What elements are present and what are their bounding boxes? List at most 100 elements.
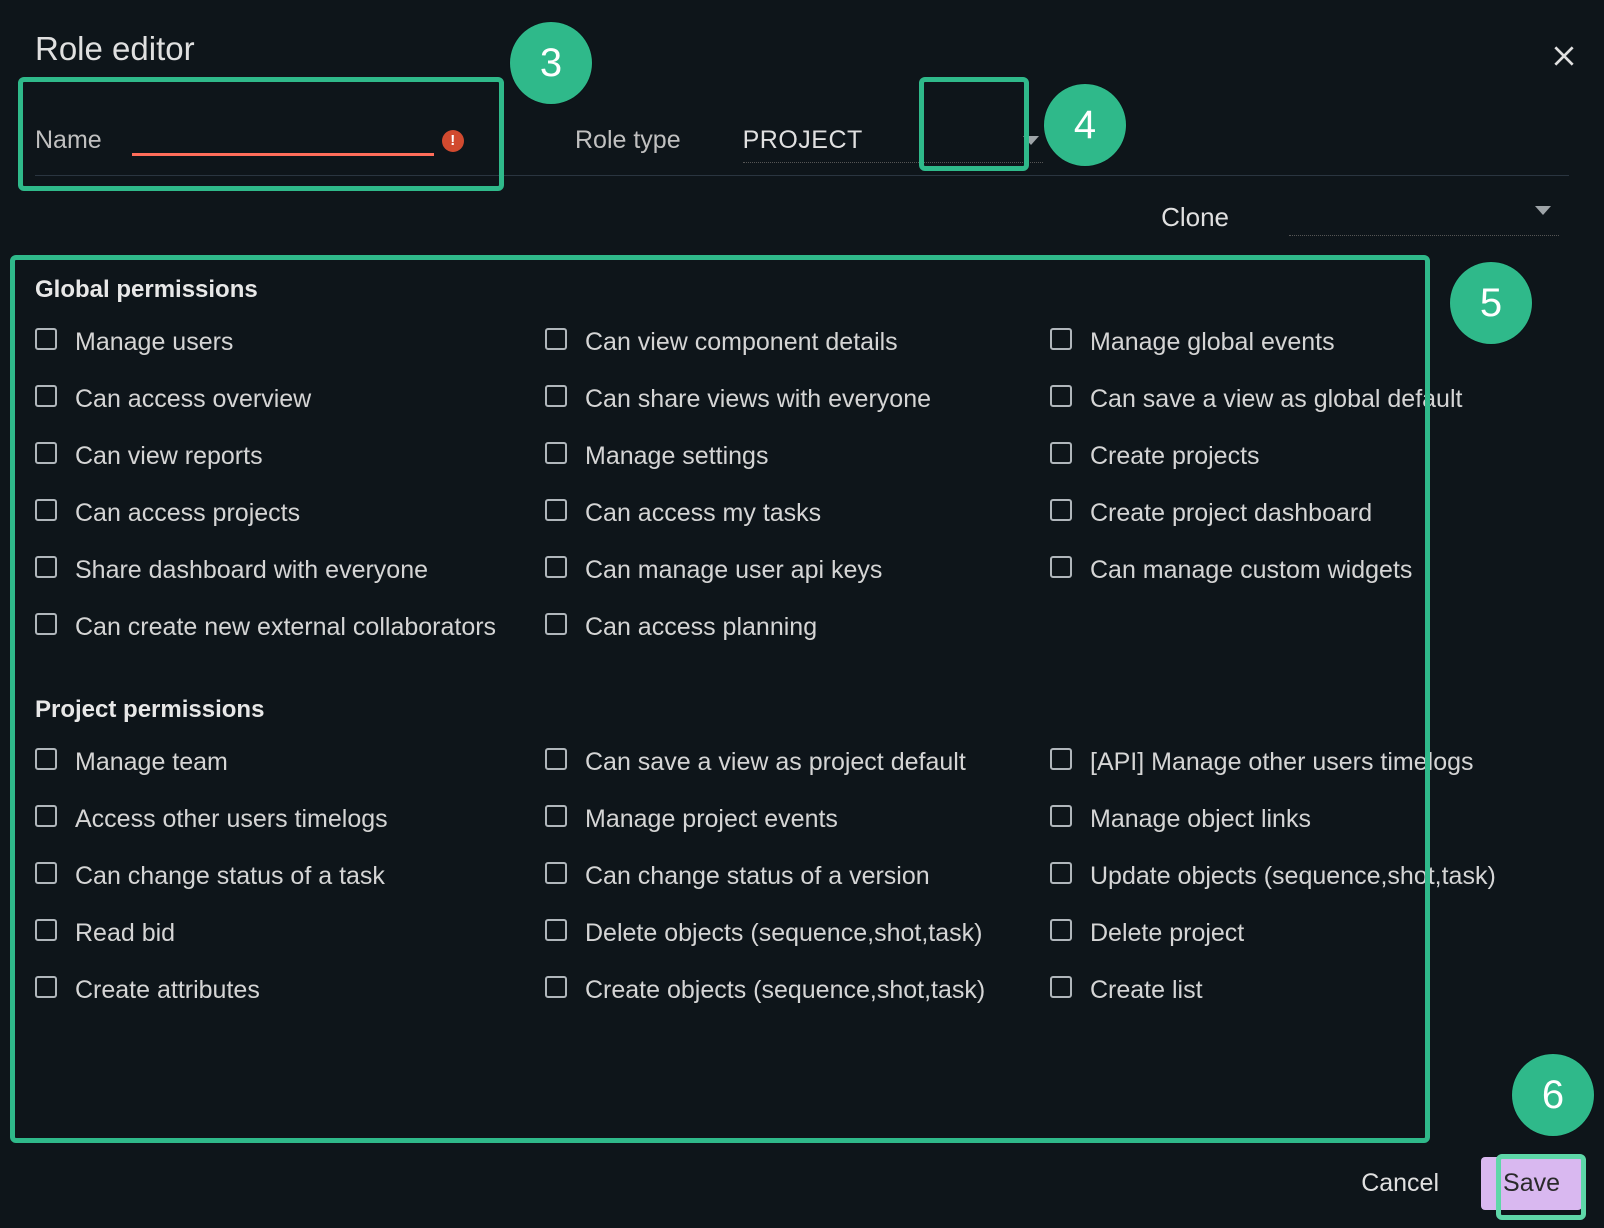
checkbox[interactable] [1050,748,1072,770]
checkbox[interactable] [545,556,567,578]
perm-label: Create projects [1090,442,1260,471]
checkbox[interactable] [545,919,567,941]
checkbox[interactable] [1050,442,1072,464]
global-perm-item[interactable]: Can save a view as global default [1050,385,1569,414]
global-perm-item[interactable]: Manage users [35,328,545,357]
role-type-label: Role type [575,126,681,155]
checkbox[interactable] [35,862,57,884]
chevron-down-icon [1023,136,1039,145]
global-perm-item[interactable]: Can view reports [35,442,545,471]
project-perm-item[interactable]: Read bid [35,919,545,948]
perm-label: [API] Manage other users timelogs [1090,748,1474,777]
perm-label: Can change status of a task [75,862,385,891]
checkbox[interactable] [545,613,567,635]
global-perm-item[interactable]: Share dashboard with everyone [35,556,545,585]
chevron-down-icon [1535,206,1551,215]
global-perm-item[interactable]: Can share views with everyone [545,385,1050,414]
checkbox[interactable] [545,385,567,407]
checkbox[interactable] [35,442,57,464]
close-button[interactable] [1546,38,1582,74]
global-permissions-heading: Global permissions [35,276,1569,304]
checkbox[interactable] [35,613,57,635]
global-perm-item[interactable]: Can access projects [35,499,545,528]
perm-label: Manage project events [585,805,838,834]
clone-row: Clone [35,176,1569,258]
global-perm-item[interactable]: Create projects [1050,442,1569,471]
checkbox[interactable] [1050,556,1072,578]
perm-label: Share dashboard with everyone [75,556,428,585]
perm-label: Manage team [75,748,228,777]
step-badge-6: 6 [1512,1054,1594,1136]
checkbox[interactable] [35,328,57,350]
checkbox[interactable] [545,748,567,770]
project-perm-item[interactable]: Manage project events [545,805,1050,834]
perm-label: Manage settings [585,442,768,471]
global-perm-item[interactable]: Can access planning [545,613,1050,642]
checkbox[interactable] [35,499,57,521]
checkbox[interactable] [1050,385,1072,407]
dialog-title: Role editor [35,30,1569,68]
project-perm-item[interactable]: Can save a view as project default [545,748,1050,777]
project-perm-item[interactable]: Manage team [35,748,545,777]
project-perm-item[interactable]: Access other users timelogs [35,805,545,834]
checkbox[interactable] [1050,976,1072,998]
checkbox[interactable] [545,328,567,350]
project-perm-item[interactable]: Create list [1050,976,1569,1005]
global-perm-item[interactable]: Can access overview [35,385,545,414]
perm-label: Create project dashboard [1090,499,1372,528]
checkbox[interactable] [1050,499,1072,521]
cancel-button[interactable]: Cancel [1339,1157,1461,1210]
perm-label: Can share views with everyone [585,385,931,414]
project-perm-item[interactable]: Can change status of a task [35,862,545,891]
perm-label: Can access my tasks [585,499,821,528]
checkbox[interactable] [35,805,57,827]
global-perm-item[interactable]: Can create new external collaborators [35,613,545,642]
project-perm-item[interactable]: Can change status of a version [545,862,1050,891]
project-permissions-section: Project permissions Manage team Can save … [35,696,1569,1005]
checkbox[interactable] [1050,328,1072,350]
perm-label: Can change status of a version [585,862,930,891]
perm-label: Can view component details [585,328,898,357]
checkbox[interactable] [35,919,57,941]
perm-label: Create objects (sequence,shot,task) [585,976,985,1005]
global-perm-item[interactable]: Can view component details [545,328,1050,357]
checkbox[interactable] [1050,805,1072,827]
clone-select[interactable] [1289,198,1559,236]
project-perm-item[interactable]: Delete objects (sequence,shot,task) [545,919,1050,948]
project-permissions-heading: Project permissions [35,696,1569,724]
project-perm-item[interactable]: Update objects (sequence,shot,task) [1050,862,1569,891]
checkbox[interactable] [35,385,57,407]
project-perm-item[interactable]: [API] Manage other users timelogs [1050,748,1569,777]
checkbox[interactable] [35,556,57,578]
checkbox[interactable] [545,442,567,464]
global-perm-item[interactable]: Manage global events [1050,328,1569,357]
project-perm-item[interactable]: Create attributes [35,976,545,1005]
global-perm-item[interactable]: Create project dashboard [1050,499,1569,528]
perm-label: Can access overview [75,385,311,414]
checkbox[interactable] [545,862,567,884]
checkbox[interactable] [35,748,57,770]
global-perm-item[interactable]: Can access my tasks [545,499,1050,528]
project-perm-item[interactable]: Manage object links [1050,805,1569,834]
project-perm-item[interactable]: Create objects (sequence,shot,task) [545,976,1050,1005]
global-perm-item[interactable]: Can manage user api keys [545,556,1050,585]
global-perm-item[interactable]: Manage settings [545,442,1050,471]
global-perm-item[interactable]: Can manage custom widgets [1050,556,1569,585]
checkbox[interactable] [545,499,567,521]
checkbox[interactable] [35,976,57,998]
save-button[interactable]: Save [1481,1157,1582,1210]
perm-label: Can create new external collaborators [75,613,496,642]
checkbox[interactable] [545,976,567,998]
role-type-select[interactable]: PROJECT [743,119,1043,163]
project-perm-item[interactable]: Delete project [1050,919,1569,948]
checkbox[interactable] [545,805,567,827]
checkbox[interactable] [1050,862,1072,884]
perm-label: Delete project [1090,919,1244,948]
perm-label: Create attributes [75,976,260,1005]
name-input[interactable] [132,126,434,156]
name-group: Name ! [35,126,505,156]
checkbox[interactable] [1050,919,1072,941]
perm-label: Create list [1090,976,1203,1005]
perm-label: Can access planning [585,613,817,642]
perm-label: Can manage user api keys [585,556,882,585]
